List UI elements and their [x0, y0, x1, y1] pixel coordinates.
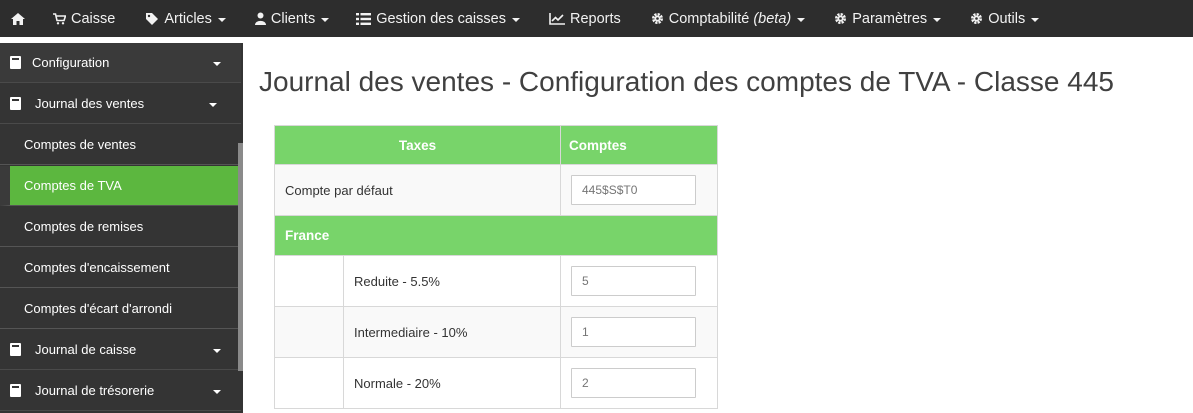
sidebar-item-label: Journal de caisse — [35, 342, 137, 357]
table-row: Normale - 20% — [274, 357, 718, 409]
home-icon — [10, 12, 26, 26]
gear-icon — [970, 12, 983, 25]
sidebar-subitem-label: Comptes de remises — [24, 219, 144, 234]
group-row-france: France — [274, 215, 718, 256]
sidebar-subitem-label: Comptes de ventes — [24, 137, 137, 152]
chevron-down-icon — [217, 17, 226, 22]
table-row: Reduite - 5.5% — [274, 255, 718, 307]
default-account-input[interactable] — [571, 175, 696, 205]
indent-cell — [274, 357, 344, 409]
chevron-down-icon — [321, 17, 330, 22]
table-row: Intermediaire - 10% — [274, 306, 718, 358]
book-icon — [10, 384, 21, 400]
sidebar-item-journal-caisse[interactable]: Journal de caisse — [0, 330, 241, 370]
sidebar-scrollbar[interactable] — [238, 143, 243, 371]
sidebar-subitem-comptes-remises[interactable]: Comptes de remises — [0, 207, 241, 247]
gear-icon — [651, 12, 664, 25]
default-account-cell — [560, 164, 718, 216]
nav-comptabilite-label: Comptabilité — [668, 10, 750, 27]
chevron-down-icon — [213, 390, 221, 394]
sidebar-item-journal-tresorerie[interactable]: Journal de trésorerie — [0, 371, 241, 411]
top-navbar: Caisse Articles Clients Gestion des cais… — [0, 0, 1193, 37]
account-cell — [560, 306, 718, 358]
tax-label: Reduite - 5.5% — [343, 255, 561, 307]
chevron-down-icon — [213, 349, 221, 353]
book-icon — [10, 97, 21, 113]
chevron-down-icon — [209, 103, 217, 107]
list-icon — [356, 12, 372, 25]
group-label: France — [274, 215, 718, 256]
account-cell — [560, 255, 718, 307]
nav-comptabilite[interactable]: Comptabilité (beta) — [651, 0, 806, 37]
sidebar-item-label: Configuration — [32, 55, 110, 70]
tax-label: Intermediaire - 10% — [343, 306, 561, 358]
nav-gestion-caisses-label: Gestion des caisses — [376, 10, 506, 27]
nav-caisse[interactable]: Caisse — [53, 0, 115, 37]
tva-accounts-table: Taxes Comptes Compte par défaut France R… — [274, 125, 718, 409]
user-icon — [254, 12, 266, 25]
indent-cell — [274, 255, 344, 307]
table-header: Taxes Comptes — [274, 125, 718, 165]
nav-home[interactable] — [10, 0, 31, 37]
nav-reports-label: Reports — [569, 10, 621, 27]
chevron-down-icon — [933, 17, 942, 22]
sidebar-subitem-comptes-tva[interactable]: Comptes de TVA — [0, 166, 241, 206]
account-input-normale[interactable] — [571, 368, 696, 398]
column-header-taxes: Taxes — [274, 125, 561, 165]
sidebar-subitem-label: Comptes de TVA — [24, 178, 122, 193]
chart-icon — [549, 12, 565, 25]
sidebar-subitem-label: Comptes d'encaissement — [24, 260, 170, 275]
nav-clients-label: Clients — [270, 10, 316, 27]
nav-parametres[interactable]: Paramètres — [834, 0, 942, 37]
nav-outils-label: Outils — [988, 10, 1026, 27]
nav-reports[interactable]: Reports — [549, 0, 621, 37]
account-input-reduite[interactable] — [571, 266, 696, 296]
nav-outils[interactable]: Outils — [970, 0, 1040, 37]
account-cell — [560, 357, 718, 409]
column-header-comptes: Comptes — [560, 125, 718, 165]
nav-articles-label: Articles — [164, 10, 212, 27]
default-account-label: Compte par défaut — [274, 164, 561, 216]
sidebar-item-label: Journal des ventes — [35, 96, 145, 111]
sidebar-subitem-comptes-ventes[interactable]: Comptes de ventes — [0, 125, 241, 165]
nav-clients[interactable]: Clients — [254, 0, 330, 37]
gear-icon — [834, 12, 847, 25]
chevron-down-icon — [797, 17, 806, 22]
nav-caisse-label: Caisse — [71, 10, 116, 27]
tax-label: Normale - 20% — [343, 357, 561, 409]
account-input-intermediaire[interactable] — [571, 317, 696, 347]
chevron-down-icon — [1031, 17, 1040, 22]
sidebar-item-configuration[interactable]: Configuration — [0, 43, 241, 83]
nav-gestion-caisses[interactable]: Gestion des caisses — [356, 0, 520, 37]
nav-articles[interactable]: Articles — [145, 0, 226, 37]
sidebar-item-label: Journal de trésorerie — [35, 383, 155, 398]
sidebar-item-journal-ventes[interactable]: Journal des ventes — [0, 84, 241, 124]
chevron-down-icon — [511, 17, 520, 22]
nav-parametres-label: Paramètres — [852, 10, 928, 27]
table-row: Compte par défaut — [274, 164, 718, 216]
cart-icon — [53, 12, 66, 25]
book-icon — [10, 343, 21, 359]
tag-icon — [145, 12, 159, 26]
book-icon — [10, 56, 21, 72]
sidebar: Configuration Journal des ventes Comptes… — [0, 43, 243, 413]
chevron-down-icon — [213, 62, 221, 66]
nav-comptabilite-beta: (beta) — [753, 10, 792, 27]
indent-cell — [274, 306, 344, 358]
page-title: Journal des ventes - Configuration des c… — [259, 66, 1114, 97]
sidebar-subitem-label: Comptes d'écart d'arrondi — [24, 301, 173, 316]
sidebar-subitem-comptes-encaissement[interactable]: Comptes d'encaissement — [0, 248, 241, 288]
sidebar-subitem-comptes-ecart-arrondi[interactable]: Comptes d'écart d'arrondi — [0, 289, 241, 329]
